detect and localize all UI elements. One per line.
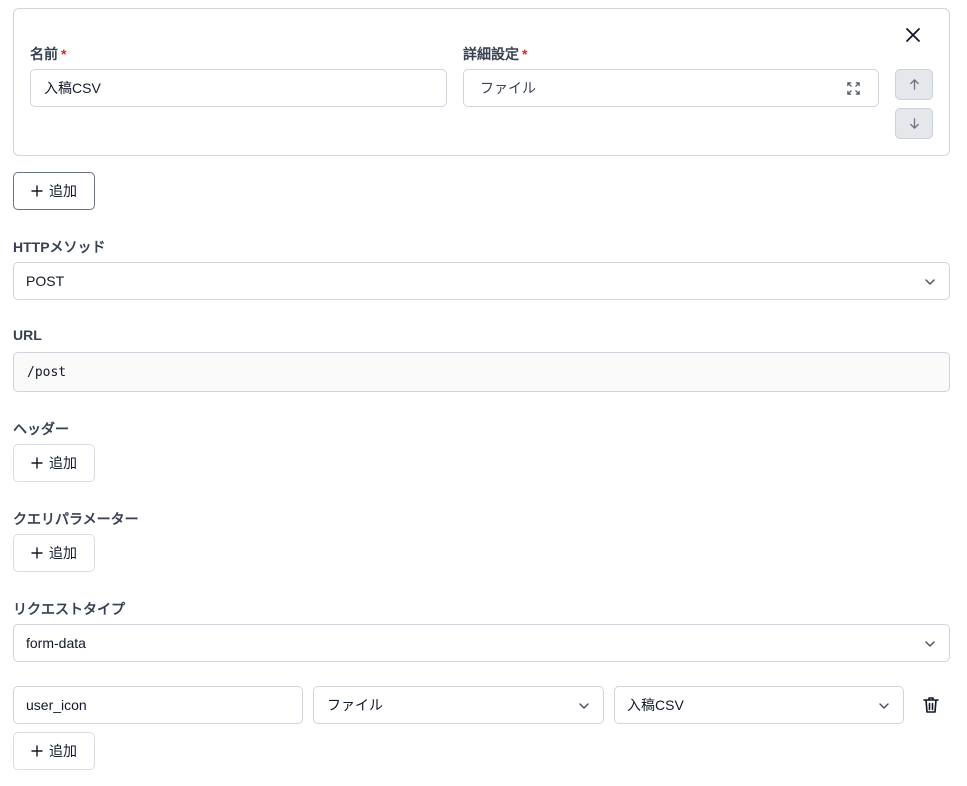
plus-icon xyxy=(31,745,43,757)
add-query-param-button[interactable]: 追加 xyxy=(13,534,95,572)
add-header-button[interactable]: 追加 xyxy=(13,444,95,482)
chevron-down-icon xyxy=(579,703,589,709)
form-type-select[interactable]: ファイル xyxy=(313,686,604,724)
url-label: URL xyxy=(13,327,42,343)
add-button-label: 追加 xyxy=(49,183,77,199)
arrow-down-icon xyxy=(909,118,919,129)
http-method-value: POST xyxy=(26,273,65,289)
required-marker: * xyxy=(61,46,67,62)
add-button-label: 追加 xyxy=(49,455,77,471)
http-method-select[interactable]: POST xyxy=(13,262,950,300)
chevron-down-icon xyxy=(925,279,935,285)
plus-icon xyxy=(31,185,43,197)
field-card: 名前 * 入稿CSV 詳細設定 * ファイル xyxy=(13,8,950,156)
form-key-value: user_icon xyxy=(26,697,87,713)
url-input-value: /post xyxy=(27,364,67,380)
chevron-down-icon xyxy=(879,703,889,709)
detail-settings-field[interactable]: ファイル xyxy=(463,69,879,107)
add-field-button[interactable]: 追加 xyxy=(13,172,95,210)
required-marker: * xyxy=(522,46,528,62)
name-input-value: 入稿CSV xyxy=(44,80,101,96)
name-label: 名前 * xyxy=(30,46,67,62)
plus-icon xyxy=(31,547,43,559)
http-method-label: HTTPメソッド xyxy=(13,239,106,255)
add-button-label: 追加 xyxy=(49,545,77,561)
request-type-label: リクエストタイプ xyxy=(13,601,125,617)
query-params-label: クエリパラメーター xyxy=(13,511,139,527)
plus-icon xyxy=(31,457,43,469)
detail-settings-label: 詳細設定 * xyxy=(463,46,528,62)
detail-settings-value: ファイル xyxy=(480,80,536,96)
move-up-button[interactable] xyxy=(895,69,933,100)
request-type-value: form-data xyxy=(26,635,86,651)
move-down-button[interactable] xyxy=(895,108,933,139)
trash-icon[interactable] xyxy=(921,695,941,715)
chevron-down-icon xyxy=(925,641,935,647)
add-button-label: 追加 xyxy=(49,743,77,759)
arrow-up-icon xyxy=(909,79,919,90)
add-form-field-button[interactable]: 追加 xyxy=(13,732,95,770)
form-key-input[interactable]: user_icon xyxy=(13,686,303,724)
name-input[interactable]: 入稿CSV xyxy=(30,69,447,107)
close-icon[interactable] xyxy=(904,26,922,44)
headers-label: ヘッダー xyxy=(13,421,69,437)
url-input[interactable]: /post xyxy=(13,352,950,392)
form-source-value: 入稿CSV xyxy=(627,697,684,713)
expand-icon[interactable] xyxy=(846,81,861,96)
form-source-select[interactable]: 入稿CSV xyxy=(614,686,904,724)
request-type-select[interactable]: form-data xyxy=(13,624,950,662)
form-type-value: ファイル xyxy=(327,697,383,713)
